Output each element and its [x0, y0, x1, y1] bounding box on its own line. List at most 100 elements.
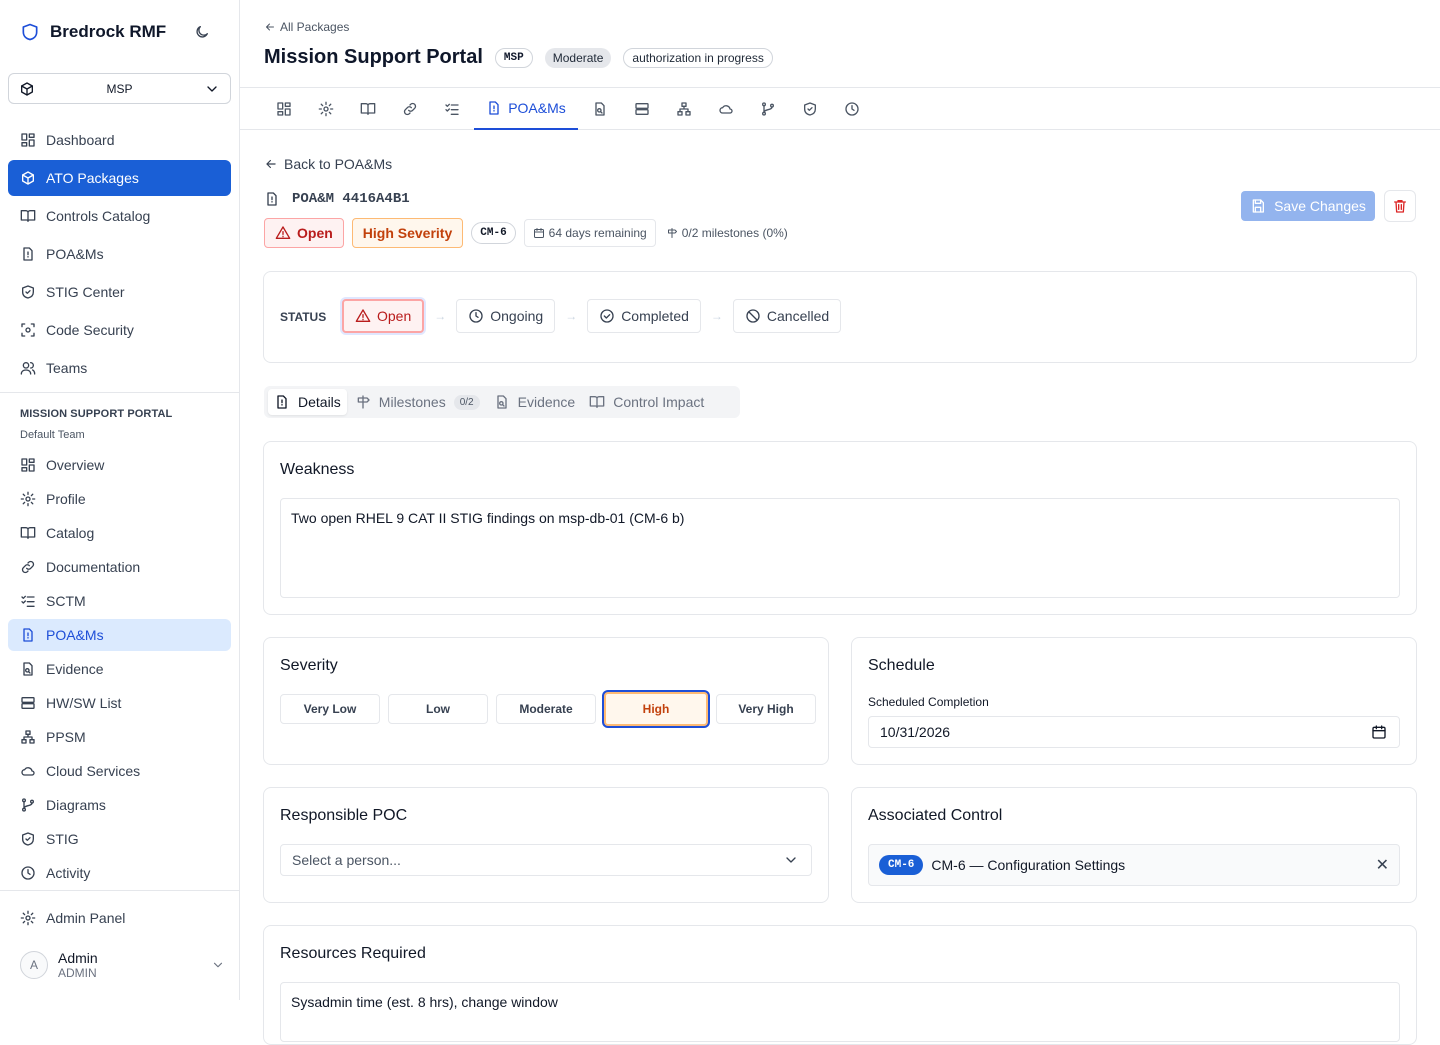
nav-ppsm[interactable]: PPSM: [8, 721, 231, 753]
tab-hwsw[interactable]: [622, 88, 662, 130]
nav-poams-selected[interactable]: POA&Ms: [8, 619, 231, 651]
nav-dashboard[interactable]: Dashboard: [8, 122, 231, 158]
nav-admin-panel[interactable]: Admin Panel: [8, 900, 231, 936]
subtab-control-impact[interactable]: Control Impact: [583, 389, 710, 415]
tab-documentation[interactable]: [390, 88, 430, 130]
severity-high-button[interactable]: High: [604, 692, 708, 726]
theme-toggle[interactable]: [194, 24, 210, 40]
save-changes-button[interactable]: Save Changes: [1241, 191, 1375, 221]
dashboard-icon: [21, 133, 35, 147]
nav-code-security[interactable]: Code Security: [8, 312, 231, 348]
tab-sctm[interactable]: [432, 88, 472, 130]
avatar: A: [20, 951, 48, 979]
arrow-left-icon: [266, 23, 274, 31]
subtab-details[interactable]: Details: [268, 389, 347, 415]
package-selector[interactable]: MSP: [8, 73, 231, 104]
nav-profile[interactable]: Profile: [8, 483, 231, 515]
status-open-label: Open: [377, 308, 412, 324]
calendar-icon[interactable]: [1371, 724, 1387, 740]
status-cancelled-button[interactable]: Cancelled: [732, 299, 842, 333]
nav-controls-catalog[interactable]: Controls Catalog: [8, 198, 231, 234]
all-packages-link[interactable]: All Packages: [264, 20, 349, 34]
weakness-textarea[interactable]: Two open RHEL 9 CAT II STIG findings on …: [280, 498, 1400, 598]
associated-control-field[interactable]: CM-6 CM-6 — Configuration Settings ✕: [868, 844, 1400, 886]
app-brand[interactable]: Bredrock RMF: [20, 20, 166, 44]
nav-label: ATO Packages: [46, 170, 139, 186]
nav-stig-center[interactable]: STIG Center: [8, 274, 231, 310]
package-code-badge: MSP: [494, 47, 533, 68]
user-menu[interactable]: A Admin ADMIN: [20, 950, 225, 980]
impact-badge: Moderate: [544, 47, 612, 68]
save-icon: [1252, 199, 1265, 213]
calendar-icon: [533, 228, 544, 238]
nav-cloud-services[interactable]: Cloud Services: [8, 755, 231, 787]
scheduled-completion-input[interactable]: 10/31/2026: [868, 716, 1400, 748]
scheduled-completion-label: Scheduled Completion: [868, 695, 989, 709]
status-completed-button[interactable]: Completed: [587, 299, 701, 333]
tab-activity[interactable]: [832, 88, 872, 130]
weakness-title: Weakness: [280, 461, 355, 478]
nav-label: Diagrams: [46, 797, 106, 813]
back-to-poams-label: Back to POA&Ms: [284, 156, 393, 172]
subtab-evidence[interactable]: Evidence: [488, 389, 582, 415]
subtab-milestones[interactable]: Milestones 0/2: [349, 389, 486, 415]
scan-icon: [21, 323, 35, 337]
nav-label: SCTM: [46, 593, 86, 609]
nav-poams[interactable]: POA&Ms: [8, 236, 231, 272]
responsible-poc-select[interactable]: Select a person...: [280, 844, 812, 876]
scheduled-date-value: 10/31/2026: [880, 724, 951, 740]
package-tabs: POA&Ms: [240, 87, 1440, 130]
nav-documentation[interactable]: Documentation: [8, 551, 231, 583]
gear-icon: [20, 491, 36, 507]
tab-ppsm[interactable]: [664, 88, 704, 130]
cloud-icon: [21, 767, 35, 776]
status-ongoing-button[interactable]: Ongoing: [456, 299, 556, 333]
nav-teams[interactable]: Teams: [8, 350, 231, 386]
tab-poams[interactable]: POA&Ms: [474, 88, 578, 130]
nav-overview[interactable]: Overview: [8, 449, 231, 481]
close-icon[interactable]: ✕: [1376, 855, 1389, 875]
nav-label: Dashboard: [46, 132, 115, 148]
tab-overview[interactable]: [264, 88, 304, 130]
dashboard-icon: [21, 458, 35, 472]
nav-ato-packages[interactable]: ATO Packages: [8, 160, 231, 196]
nav-activity[interactable]: Activity: [8, 857, 231, 889]
milestones-progress-text: 0/2 milestones (0%): [681, 226, 788, 240]
nav-catalog[interactable]: Catalog: [8, 517, 231, 549]
delete-button[interactable]: [1384, 190, 1416, 222]
status-cancelled-label: Cancelled: [766, 308, 830, 324]
resources-textarea[interactable]: Sysadmin time (est. 8 hrs), change windo…: [280, 982, 1400, 1042]
tab-diagrams[interactable]: [748, 88, 788, 130]
tab-cloud[interactable]: [706, 88, 746, 130]
nav-evidence[interactable]: Evidence: [8, 653, 231, 685]
nav-sctm[interactable]: SCTM: [8, 585, 231, 617]
tab-catalog[interactable]: [348, 88, 388, 130]
status-label: STATUS: [280, 310, 327, 324]
package-icon: [22, 171, 34, 185]
back-to-poams-link[interactable]: Back to POA&Ms: [264, 156, 392, 172]
gear-icon: [20, 910, 36, 926]
nav-stig[interactable]: STIG: [8, 823, 231, 855]
link-icon: [403, 102, 417, 116]
nav-hwsw-list[interactable]: HW/SW List: [8, 687, 231, 719]
tab-evidence[interactable]: [580, 88, 620, 130]
file-alert-icon: [277, 395, 287, 409]
severity-moderate-button[interactable]: Moderate: [496, 694, 596, 724]
main-content: All Packages Mission Support Portal MSP …: [240, 0, 1440, 1045]
status-open-button[interactable]: Open: [342, 299, 425, 333]
sidebar-divider: [0, 890, 239, 891]
schedule-card: Schedule Scheduled Completion 10/31/2026: [851, 637, 1417, 765]
severity-very-low-button[interactable]: Very Low: [280, 694, 380, 724]
tab-profile[interactable]: [306, 88, 346, 130]
tab-poams-label: POA&Ms: [508, 100, 566, 116]
tab-stig[interactable]: [790, 88, 830, 130]
nav-diagrams[interactable]: Diagrams: [8, 789, 231, 821]
severity-very-high-button[interactable]: Very High: [716, 694, 816, 724]
nav-label: Controls Catalog: [46, 208, 151, 224]
sidebar-divider: [0, 392, 239, 393]
severity-low-button[interactable]: Low: [388, 694, 488, 724]
nav-label: Profile: [46, 491, 86, 507]
resources-card: Resources Required Sysadmin time (est. 8…: [263, 925, 1417, 1045]
nav-label: Overview: [46, 457, 105, 473]
detail-subtabs: Details Milestones 0/2 Evidence Control …: [264, 386, 740, 418]
